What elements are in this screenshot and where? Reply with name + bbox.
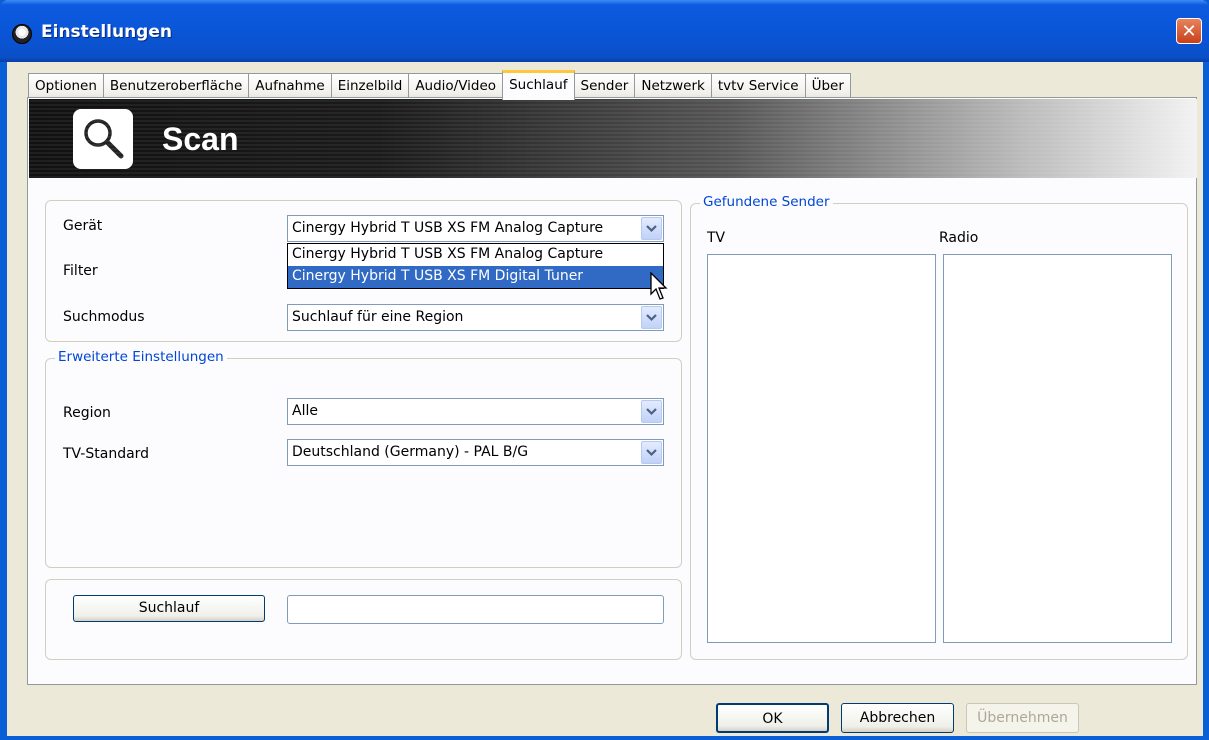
region-label: Region: [63, 405, 111, 421]
filter-label: Filter: [63, 263, 98, 279]
ok-button[interactable]: OK: [716, 703, 829, 733]
tv-list-label: TV: [707, 230, 726, 246]
device-option-analog[interactable]: Cinergy Hybrid T USB XS FM Analog Captur…: [288, 244, 663, 266]
region-value: Alle: [292, 403, 318, 419]
scan-banner: Scan: [29, 99, 1197, 178]
close-icon: ✕: [1181, 20, 1197, 42]
tab-optionen[interactable]: Optionen: [28, 73, 104, 100]
radio-station-list[interactable]: [943, 254, 1172, 643]
search-mode-value: Suchlauf für eine Region: [292, 309, 464, 325]
tab-suchlauf[interactable]: Suchlauf: [502, 70, 575, 100]
tab-sender[interactable]: Sender: [573, 73, 636, 100]
search-mode-select[interactable]: Suchlauf für eine Region: [287, 304, 664, 331]
search-mode-label: Suchmodus: [63, 309, 145, 325]
tab-audio-video[interactable]: Audio/Video: [408, 73, 504, 100]
mouse-pointer-icon: [650, 271, 672, 306]
region-select[interactable]: Alle: [287, 398, 664, 425]
banner-title: Scan: [162, 121, 239, 157]
chevron-down-icon[interactable]: [641, 441, 662, 464]
title-bar[interactable]: Einstellungen ✕: [0, 0, 1209, 62]
window-title: Einstellungen: [41, 22, 172, 42]
tv-standard-value: Deutschland (Germany) - PAL B/G: [292, 444, 529, 460]
tv-station-list[interactable]: [707, 254, 936, 643]
scan-button[interactable]: Suchlauf: [73, 595, 265, 622]
device-value: Cinergy Hybrid T USB XS FM Analog Captur…: [292, 220, 604, 236]
tab-tvtv-service[interactable]: tvtv Service: [710, 73, 806, 100]
device-dropdown-list[interactable]: Cinergy Hybrid T USB XS FM Analog Captur…: [287, 243, 664, 289]
chevron-down-icon[interactable]: [641, 306, 662, 329]
device-select[interactable]: Cinergy Hybrid T USB XS FM Analog Captur…: [287, 215, 664, 242]
device-option-digital[interactable]: Cinergy Hybrid T USB XS FM Digital Tuner: [288, 266, 663, 288]
tab-bar: Optionen Benutzeroberfläche Aufnahme Ein…: [28, 70, 851, 100]
tab-benutzeroberflaeche[interactable]: Benutzeroberfläche: [102, 73, 250, 100]
chevron-down-icon[interactable]: [641, 400, 662, 423]
app-icon: [12, 24, 32, 44]
advanced-settings-legend: Erweiterte Einstellungen: [55, 349, 227, 365]
apply-button[interactable]: Übernehmen: [966, 703, 1079, 733]
radio-list-label: Radio: [939, 230, 979, 246]
scan-status-field: [287, 595, 664, 624]
close-button[interactable]: ✕: [1176, 18, 1202, 44]
device-label: Gerät: [63, 218, 103, 234]
cancel-button[interactable]: Abbrechen: [841, 703, 954, 733]
chevron-down-icon[interactable]: [641, 217, 662, 240]
tv-standard-select[interactable]: Deutschland (Germany) - PAL B/G: [287, 439, 664, 466]
tab-einzelbild[interactable]: Einzelbild: [330, 73, 410, 100]
found-stations-legend: Gefundene Sender: [700, 194, 833, 210]
tab-aufnahme[interactable]: Aufnahme: [248, 73, 332, 100]
tab-ueber[interactable]: Über: [804, 73, 851, 100]
magnifier-icon: [73, 109, 133, 169]
tv-standard-label: TV-Standard: [63, 446, 150, 462]
settings-window: Einstellungen ✕ Optionen Benutzeroberflä…: [0, 0, 1209, 740]
tab-netzwerk[interactable]: Netzwerk: [634, 73, 712, 100]
